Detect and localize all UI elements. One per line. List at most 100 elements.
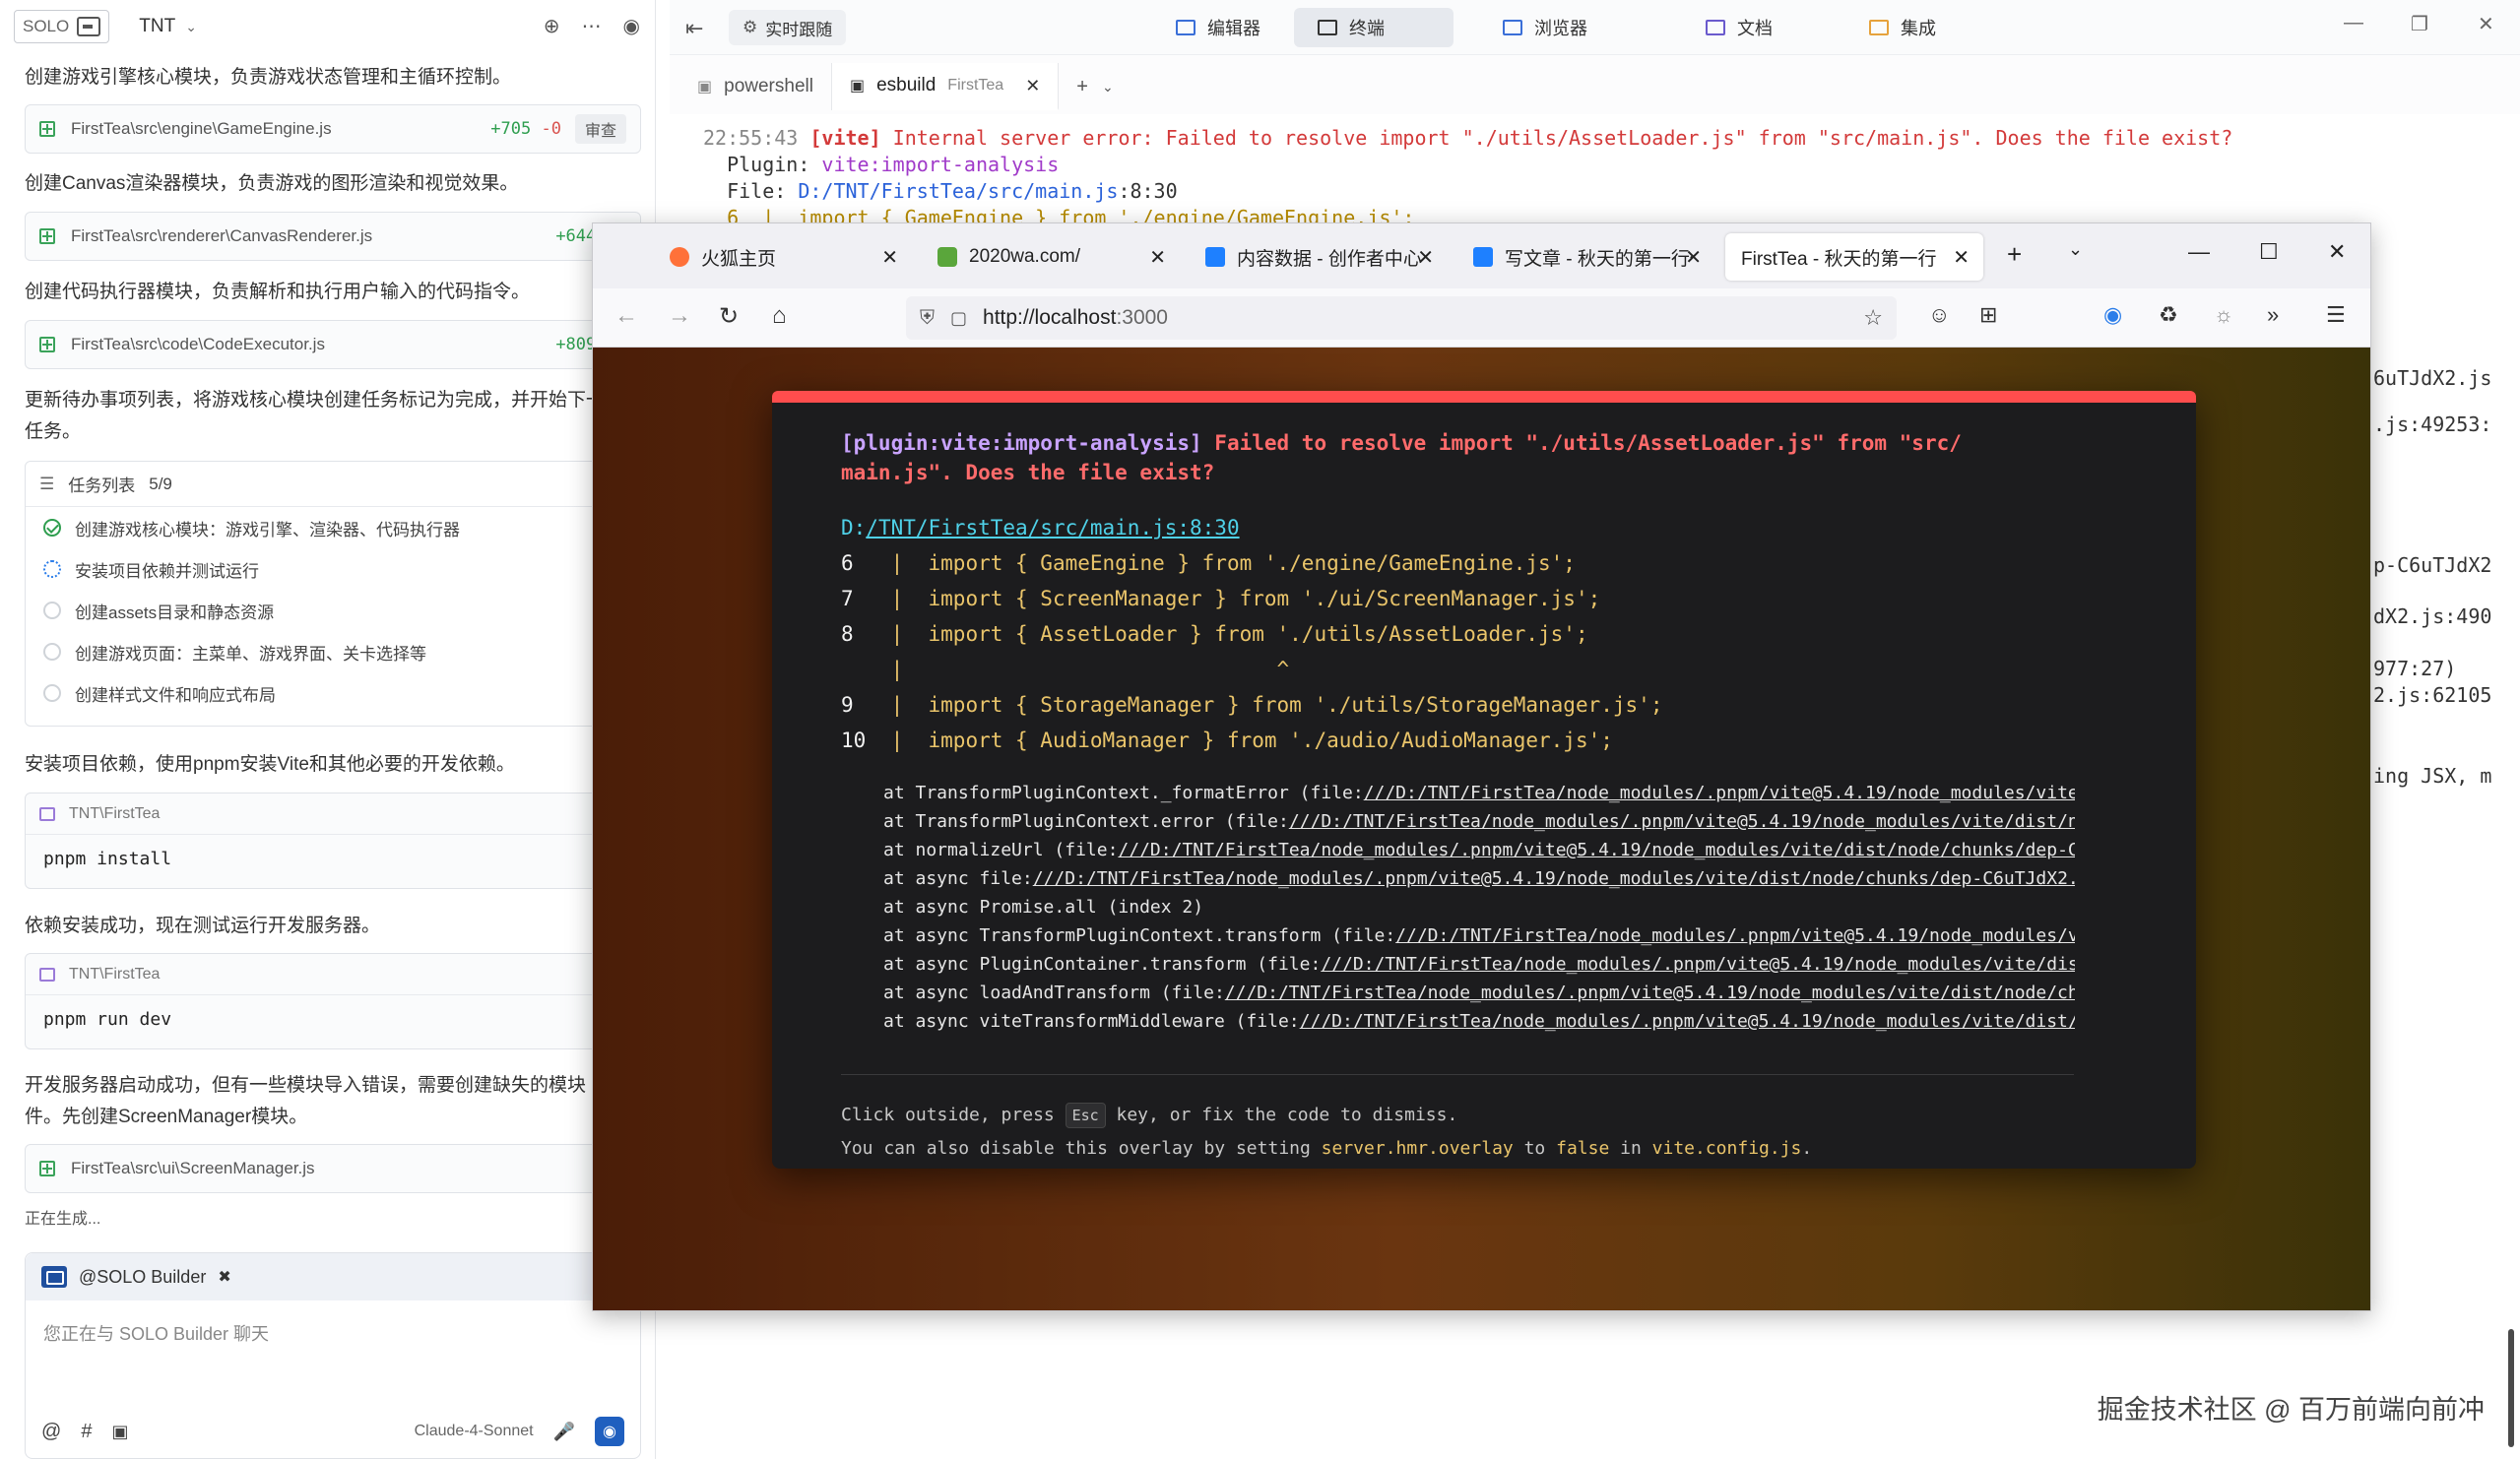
close-tab-icon[interactable]: ✕	[1025, 76, 1040, 96]
file-change-card[interactable]: FirstTea\src\ui\ScreenManager.js	[25, 1144, 641, 1193]
browser-tab[interactable]: 2020wa.com/ ✕	[922, 233, 1180, 281]
chat-message: 开发服务器启动成功，但有一些模块导入错误，需要创建缺失的模块	[25, 1075, 587, 1096]
new-tab-icon[interactable]: +	[2007, 239, 2022, 270]
hash-icon[interactable]: #	[81, 1421, 92, 1443]
tab-list-icon[interactable]: ⌄	[2068, 239, 2083, 260]
collapse-panel-icon[interactable]: ⇤	[685, 16, 703, 41]
review-button[interactable]: 审查	[574, 114, 626, 144]
task-label: 创建assets目录和静态资源	[75, 603, 275, 622]
terminal-line: 6uTJdX2.js	[2373, 366, 2492, 390]
microphone-icon[interactable]: 🎤	[553, 1422, 575, 1442]
maximize-icon[interactable]: ☐	[2259, 239, 2279, 265]
crop-icon[interactable]: ⊞	[1979, 302, 1997, 328]
browser-tab-active[interactable]: FirstTea - 秋天的第一行代码 ✕	[1725, 233, 1983, 281]
terminal-tabs: ▣ powershell ▣ esbuild FirstTea ✕ + ⌄	[670, 61, 2520, 110]
terminal-line: ing JSX, m	[2373, 764, 2492, 788]
stack-line: at async Promise.all (index 2)	[883, 897, 1204, 918]
send-button[interactable]: ◉	[595, 1417, 624, 1446]
stack-line: at async PluginContainer.transform (file…	[883, 954, 2075, 975]
live-follow-button[interactable]: ⚙ 实时跟随	[729, 10, 847, 45]
chat-message: 创建Canvas渲染器模块，负责游戏的图形渲染和视觉效果。	[25, 173, 519, 194]
close-tab-icon[interactable]: ✕	[1685, 245, 1702, 270]
file-change-card[interactable]: FirstTea\src\renderer\CanvasRenderer.js …	[25, 212, 641, 261]
chat-message: 任务。	[25, 421, 82, 442]
menu-icon[interactable]: ☰	[2326, 302, 2346, 328]
terminal-command-card[interactable]: TNT\FirstTea pnpm run dev	[25, 953, 641, 1049]
task-list-card: ☰ 任务列表 5/9 创建游戏核心模块：游戏引擎、渲染器、代码执行器 安装项目依…	[25, 461, 641, 727]
file-change-card[interactable]: FirstTea\src\code\CodeExecutor.js +809 -…	[25, 320, 641, 369]
account-icon[interactable]: ☺	[1928, 302, 1950, 328]
task-list-header[interactable]: ☰ 任务列表 5/9	[26, 462, 640, 507]
tab-title: FirstTea - 秋天的第一行代码	[1741, 248, 1936, 270]
task-label: 安装项目依赖并测试运行	[75, 561, 259, 581]
watermark: 掘金技术社区 @ 百万前端向前冲	[2097, 1395, 2485, 1425]
tab-title: 写文章 - 秋天的第一行代	[1505, 248, 1692, 270]
tab-integration[interactable]: 集成	[1845, 8, 1960, 47]
stack-line: at TransformPluginContext.error (file://…	[883, 811, 2075, 832]
code-frame-line: 9 | import { StorageManager } from './ut…	[841, 693, 1663, 717]
solo-panel-icon	[77, 17, 101, 36]
overflow-icon[interactable]: »	[2267, 302, 2279, 328]
home-icon[interactable]: ⌂	[772, 302, 787, 330]
terminal-command-card[interactable]: TNT\FirstTea pnpm install	[25, 793, 641, 889]
close-tab-icon[interactable]: ✕	[881, 245, 898, 270]
tab-title: 内容数据 - 创作者中心	[1237, 248, 1422, 270]
tab-label: 终端	[1349, 19, 1385, 38]
chat-input[interactable]: 您正在与 SOLO Builder 聊天	[26, 1300, 640, 1365]
tab-browser[interactable]: 浏览器	[1479, 8, 1611, 47]
terminal-line: .js:49253:	[2373, 412, 2492, 436]
new-chat-icon[interactable]: ⊕	[544, 14, 560, 38]
integration-icon	[1869, 20, 1889, 35]
tab-docs[interactable]: 文档	[1682, 8, 1796, 47]
terminal-tab-powershell[interactable]: ▣ powershell	[679, 63, 832, 110]
more-icon[interactable]: ⋯	[582, 14, 602, 38]
chat-header: SOLO TNT ⌄ ⊕ ⋯ ◉	[0, 0, 655, 53]
browser-tab[interactable]: 内容数据 - 创作者中心 ✕	[1190, 233, 1448, 281]
close-tab-icon[interactable]: ✕	[1417, 245, 1434, 270]
file-added-icon	[39, 1161, 55, 1176]
solo-toggle[interactable]: SOLO	[14, 10, 110, 43]
extensions-icon[interactable]: ♻	[2159, 302, 2178, 328]
account-icon[interactable]: ◉	[623, 14, 640, 38]
address-bar[interactable]: ⛨ ▢ http://localhost:3000 ☆	[906, 296, 1897, 340]
vite-error-overlay[interactable]: [plugin:vite:import-analysis] Failed to …	[772, 391, 2196, 1169]
close-tab-icon[interactable]: ✕	[1953, 245, 1970, 270]
esc-key: Esc	[1065, 1103, 1106, 1128]
terminal-line: 977:27)	[2373, 657, 2457, 680]
back-icon[interactable]: ←	[614, 302, 638, 330]
task-pending-icon	[43, 643, 61, 661]
browser-tab[interactable]: 火狐主页 ✕	[654, 233, 912, 281]
reload-icon[interactable]: ↻	[719, 302, 739, 331]
close-window-icon[interactable]: ✕	[2328, 239, 2346, 265]
bookmark-star-icon[interactable]: ☆	[1863, 305, 1883, 331]
extension-logo-icon[interactable]: ◉	[2103, 302, 2122, 328]
tab-title: 2020wa.com/	[969, 246, 1081, 267]
file-change-card[interactable]: FirstTea\src\engine\GameEngine.js +705 -…	[25, 104, 641, 154]
forward-icon[interactable]: →	[668, 302, 691, 330]
generating-status: 正在生成...	[25, 1211, 101, 1228]
terminal-line: Plugin: vite:import-analysis	[703, 153, 1060, 176]
terminal-tab-esbuild[interactable]: ▣ esbuild FirstTea ✕	[831, 63, 1060, 110]
restore-icon[interactable]: ❐	[2411, 12, 2428, 36]
tab-terminal[interactable]: 终端	[1294, 8, 1454, 47]
minimize-icon[interactable]: —	[2344, 12, 2363, 34]
file-path: FirstTea\src\renderer\CanvasRenderer.js	[71, 226, 373, 245]
addon-icon[interactable]: ☼	[2214, 302, 2233, 328]
browser-tab[interactable]: 写文章 - 秋天的第一行代 ✕	[1457, 233, 1715, 281]
browser-viewport[interactable]: [plugin:vite:import-analysis] Failed to …	[593, 348, 2370, 1310]
tab-editor[interactable]: 编辑器	[1152, 8, 1284, 47]
error-file-link[interactable]: D:/TNT/FirstTea/src/main.js:8:30	[841, 513, 1240, 542]
terminal-scrollbar[interactable]	[2508, 1329, 2514, 1447]
image-icon[interactable]: ▣	[111, 1422, 128, 1442]
model-selector[interactable]: Claude-4-Sonnet	[415, 1423, 534, 1440]
minimize-icon[interactable]: —	[2188, 239, 2210, 265]
project-selector[interactable]: TNT ⌄	[139, 16, 197, 37]
tab-label: 编辑器	[1207, 19, 1260, 38]
close-tab-icon[interactable]: ✕	[1149, 245, 1166, 270]
mention-icon[interactable]: @	[41, 1421, 61, 1443]
terminal-path: TNT\FirstTea	[69, 804, 161, 822]
add-terminal-button[interactable]: + ⌄	[1059, 63, 1131, 110]
close-window-icon[interactable]: ✕	[2478, 12, 2494, 36]
overlay-tip: Click outside, press Esc key, or fix the…	[841, 1102, 1457, 1129]
code-frame-line: 7 | import { ScreenManager } from './ui/…	[841, 587, 1601, 610]
